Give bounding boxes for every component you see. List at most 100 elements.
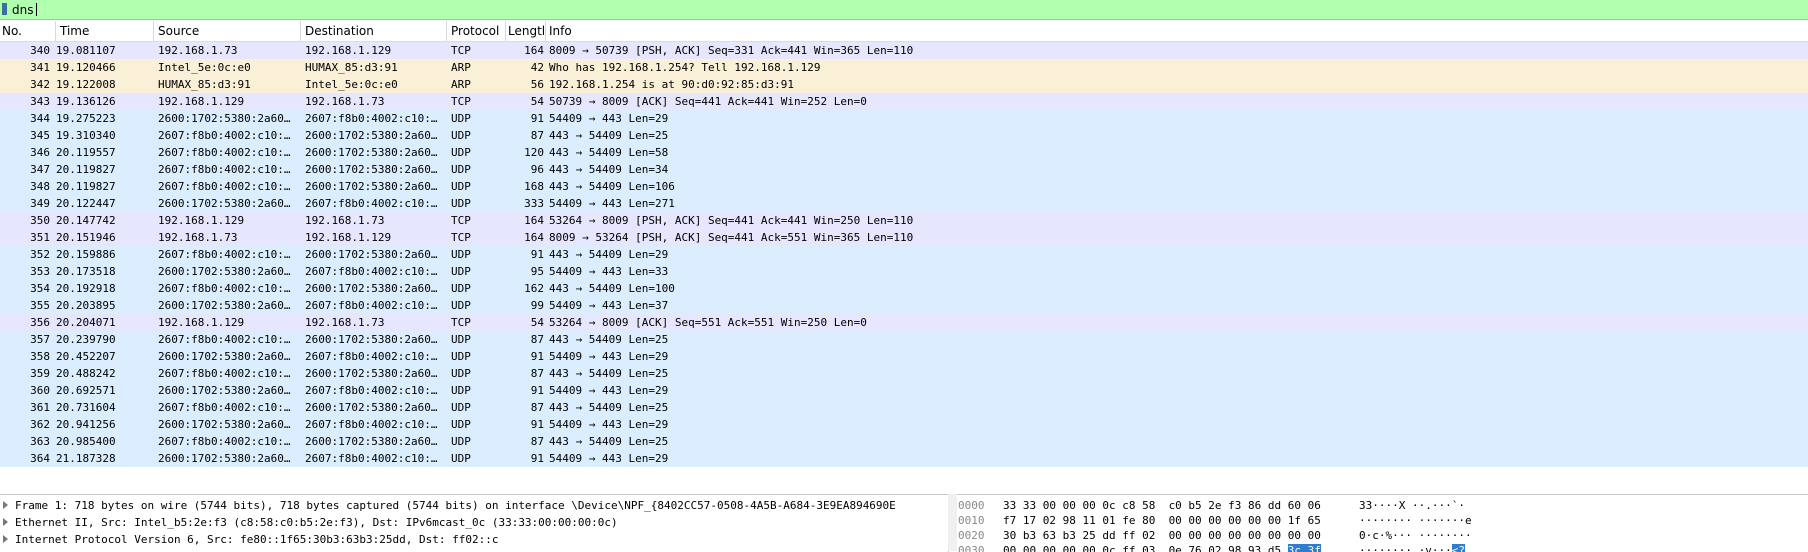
packet-no: 341 <box>30 61 50 74</box>
packet-length: 42 <box>530 61 544 74</box>
column-header-source[interactable]: Source <box>154 21 301 41</box>
hex-bytes[interactable]: 33 33 00 00 00 0c c8 58 c0 b5 2e f3 86 d… <box>1003 498 1321 513</box>
expand-arrow-icon[interactable] <box>3 518 8 526</box>
hex-bytes[interactable]: f7 17 02 98 11 01 fe 80 00 00 00 00 00 0… <box>1003 513 1321 528</box>
packet-row[interactable]: 354 20.192918 2607:f8b0:4002:c10:… 2600:170… <box>0 280 1808 297</box>
packet-no: 349 <box>30 197 50 210</box>
packet-info: 8009 → 53264 [PSH, ACK] Seq=441 Ack=551 … <box>549 231 914 244</box>
detail-tree-item[interactable]: Internet Protocol Version 6, Src: fe80::… <box>0 531 948 548</box>
hex-bytes[interactable]: 30 b3 63 b3 25 dd ff 02 00 00 00 00 00 0… <box>1003 528 1321 543</box>
packet-info: 54409 → 443 Len=37 <box>549 299 669 312</box>
packet-details-pane: Frame 1: 718 bytes on wire (5744 bits), … <box>0 494 949 552</box>
packet-bytes-pane: 0000 33 33 00 00 00 0c c8 58 c0 b5 2e f3 … <box>957 494 1808 552</box>
packet-destination: 2600:1702:5380:2a60… <box>305 163 438 176</box>
packet-source: 2607:f8b0:4002:c10:… <box>158 333 291 346</box>
packet-length: 91 <box>530 248 544 261</box>
packet-no: 358 <box>30 350 50 363</box>
packet-row[interactable]: 343 19.136126 192.168.1.129 192.168.1.73 TCP… <box>0 93 1808 110</box>
packet-length: 87 <box>530 435 544 448</box>
hex-ascii[interactable]: ········ ·······e <box>1359 513 1472 528</box>
packet-row[interactable]: 352 20.159886 2607:f8b0:4002:c10:… 2600:170… <box>0 246 1808 263</box>
hex-ascii[interactable]: 33····X ··.···`· <box>1359 498 1465 513</box>
column-header-no[interactable]: No. <box>0 21 56 41</box>
packet-destination: 2607:f8b0:4002:c10:… <box>305 452 438 465</box>
column-header-destination[interactable]: Destination <box>301 21 447 41</box>
display-filter-input[interactable] <box>12 1 1792 18</box>
packet-time: 20.488242 <box>56 367 116 380</box>
packet-row[interactable]: 347 20.119827 2607:f8b0:4002:c10:… 2600:170… <box>0 161 1808 178</box>
packet-row[interactable]: 349 20.122447 2600:1702:5380:2a60… 2607:f8b… <box>0 195 1808 212</box>
packet-protocol: UDP <box>451 248 471 261</box>
packet-row[interactable]: 350 20.147742 192.168.1.129 192.168.1.73 TCP… <box>0 212 1808 229</box>
hex-bytes-text: 33 33 00 00 00 0c c8 58 c0 b5 2e f3 86 d… <box>1003 499 1321 512</box>
packet-row[interactable]: 361 20.731604 2607:f8b0:4002:c10:… 2600:170… <box>0 399 1808 416</box>
packet-row[interactable]: 359 20.488242 2607:f8b0:4002:c10:… 2600:170… <box>0 365 1808 382</box>
detail-tree-item[interactable]: Frame 1: 718 bytes on wire (5744 bits), … <box>0 497 948 514</box>
packet-info: 443 → 54409 Len=100 <box>549 282 675 295</box>
packet-info: 54409 → 443 Len=29 <box>549 384 669 397</box>
detail-tree-item[interactable]: Ethernet II, Src: Intel_b5:2e:f3 (c8:58:… <box>0 514 948 531</box>
packet-source: 192.168.1.129 <box>158 214 245 227</box>
packet-row[interactable]: 353 20.173518 2600:1702:5380:2a60… 2607:f8b… <box>0 263 1808 280</box>
packet-protocol: TCP <box>451 44 471 57</box>
packet-time: 19.081107 <box>56 44 116 57</box>
packet-source: 2607:f8b0:4002:c10:… <box>158 401 291 414</box>
packet-time: 20.159886 <box>56 248 116 261</box>
packet-destination: Intel_5e:0c:e0 <box>305 78 398 91</box>
packet-protocol: UDP <box>451 452 471 465</box>
packet-source: 2607:f8b0:4002:c10:… <box>158 282 291 295</box>
packet-time: 20.452207 <box>56 350 116 363</box>
packet-row[interactable]: 346 20.119557 2607:f8b0:4002:c10:… 2600:170… <box>0 144 1808 161</box>
packet-protocol: UDP <box>451 112 471 125</box>
packet-row[interactable]: 363 20.985400 2607:f8b0:4002:c10:… 2600:170… <box>0 433 1808 450</box>
packet-time: 19.122008 <box>56 78 116 91</box>
packet-row[interactable]: 342 19.122008 HUMAX_85:d3:91 Intel_5e:0c:e0… <box>0 76 1808 93</box>
detail-tree-label: Ethernet II, Src: Intel_b5:2e:f3 (c8:58:… <box>15 516 618 529</box>
packet-row[interactable]: 360 20.692571 2600:1702:5380:2a60… 2607:f8b… <box>0 382 1808 399</box>
packet-row[interactable]: 345 19.310340 2607:f8b0:4002:c10:… 2600:170… <box>0 127 1808 144</box>
expand-arrow-icon[interactable] <box>3 501 8 509</box>
column-header-info[interactable]: Info <box>546 21 1808 41</box>
packet-destination: 2600:1702:5380:2a60… <box>305 333 438 346</box>
packet-length: 91 <box>530 112 544 125</box>
packet-source: 2600:1702:5380:2a60… <box>158 452 291 465</box>
packet-row[interactable]: 364 21.187328 2600:1702:5380:2a60… 2607:f8b… <box>0 450 1808 467</box>
column-header-time[interactable]: Time <box>56 21 154 41</box>
packet-row[interactable]: 362 20.941256 2600:1702:5380:2a60… 2607:f8b… <box>0 416 1808 433</box>
packet-source: 2600:1702:5380:2a60… <box>158 299 291 312</box>
packet-time: 20.192918 <box>56 282 116 295</box>
packet-source: 2600:1702:5380:2a60… <box>158 418 291 431</box>
packet-row[interactable]: 344 19.275223 2600:1702:5380:2a60… 2607:f8b… <box>0 110 1808 127</box>
hex-ascii[interactable]: 0·c·%··· ········ <box>1359 528 1472 543</box>
column-header-protocol[interactable]: Protocol <box>447 21 506 41</box>
pane-splitter[interactable] <box>948 494 957 551</box>
packet-row[interactable]: 358 20.452207 2600:1702:5380:2a60… 2607:f8b… <box>0 348 1808 365</box>
packet-no: 359 <box>30 367 50 380</box>
packet-no: 348 <box>30 180 50 193</box>
expand-arrow-icon[interactable] <box>3 535 8 543</box>
packet-row[interactable]: 351 20.151946 192.168.1.73 192.168.1.129 TCP… <box>0 229 1808 246</box>
packet-no: 347 <box>30 163 50 176</box>
column-header-length[interactable]: Lengtl <box>506 21 546 41</box>
hex-bytes-text: 30 b3 63 b3 25 dd ff 02 00 00 00 00 00 0… <box>1003 529 1321 542</box>
packet-protocol: UDP <box>451 435 471 448</box>
packet-protocol: UDP <box>451 180 471 193</box>
packet-row[interactable]: 355 20.203895 2600:1702:5380:2a60… 2607:f8b… <box>0 297 1808 314</box>
packet-info: 443 → 54409 Len=106 <box>549 180 675 193</box>
filter-bookmark-icon[interactable] <box>2 3 7 15</box>
packet-row[interactable]: 341 19.120466 Intel_5e:0c:e0 HUMAX_85:d3:91… <box>0 59 1808 76</box>
packet-rows: 340 19.081107 192.168.1.73 192.168.1.129 TCP… <box>0 42 1808 467</box>
packet-row[interactable]: 356 20.204071 192.168.1.129 192.168.1.73 TCP… <box>0 314 1808 331</box>
packet-row[interactable]: 357 20.239790 2607:f8b0:4002:c10:… 2600:170… <box>0 331 1808 348</box>
packet-row[interactable]: 340 19.081107 192.168.1.73 192.168.1.129 TCP… <box>0 42 1808 59</box>
packet-info: 443 → 54409 Len=29 <box>549 248 669 261</box>
hex-offset: 0000 <box>958 499 985 512</box>
hex-bytes-text: f7 17 02 98 11 01 fe 80 00 00 00 00 00 0… <box>1003 514 1321 527</box>
packet-length: 87 <box>530 367 544 380</box>
packet-no: 351 <box>30 231 50 244</box>
packet-source: Intel_5e:0c:e0 <box>158 61 251 74</box>
hex-row: 0010 f7 17 02 98 11 01 fe 80 00 00 00 00 … <box>957 513 1808 528</box>
packet-info: 54409 → 443 Len=29 <box>549 350 669 363</box>
packet-row[interactable]: 348 20.119827 2607:f8b0:4002:c10:… 2600:170… <box>0 178 1808 195</box>
packet-info: 443 → 54409 Len=25 <box>549 401 669 414</box>
